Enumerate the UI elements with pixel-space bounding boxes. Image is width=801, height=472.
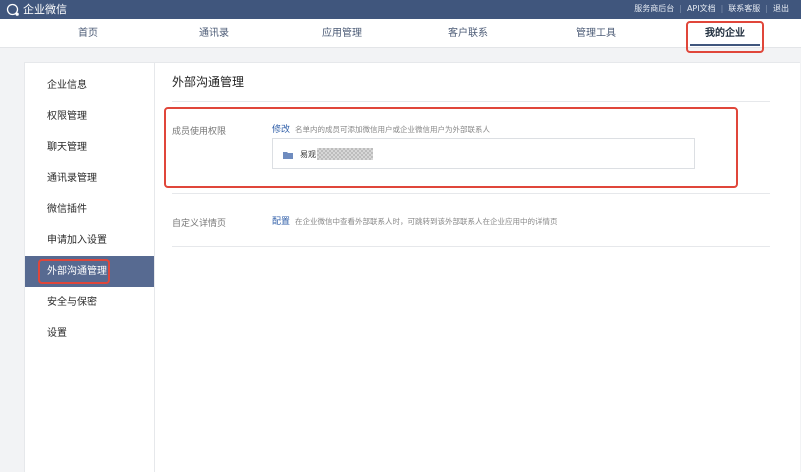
separator: | [765, 4, 768, 13]
logo[interactable]: 企业微信 [6, 2, 67, 17]
nav-item-app-management[interactable]: 应用管理 [292, 19, 392, 48]
sidebar-item-wechat-plugin[interactable]: 微信插件 [25, 194, 154, 225]
sidebar-item-enterprise-info[interactable]: 企业信息 [25, 70, 154, 101]
provider-backend-link[interactable]: 服务商后台 [634, 3, 674, 15]
modify-link[interactable]: 修改 [272, 122, 290, 135]
top-bar: 企业微信 服务商后台 | API文档 | 联系客服 | 退出 [0, 0, 801, 19]
sidebar-item-settings[interactable]: 设置 [25, 318, 154, 349]
nav-active-underline [690, 44, 760, 46]
nav-item-customer-contact[interactable]: 客户联系 [418, 19, 518, 48]
member-name: 易观 [300, 150, 316, 159]
separator: | [679, 4, 682, 13]
member-permission-label: 成员使用权限 [172, 127, 227, 137]
sidebar-item-contacts-management[interactable]: 通讯录管理 [25, 163, 154, 194]
nav-item-contacts[interactable]: 通讯录 [164, 19, 264, 48]
divider [172, 193, 770, 194]
custom-detail-description: 在企业微信中查看外部联系人时，可跳转到该外部联系人在企业应用中的详情页 [295, 217, 558, 226]
api-docs-link[interactable]: API文档 [687, 3, 716, 15]
logout-link[interactable]: 退出 [773, 3, 789, 15]
custom-detail-label: 自定义详情页 [172, 219, 227, 229]
nav-item-home[interactable]: 首页 [38, 19, 138, 48]
folder-icon [283, 152, 293, 159]
main-nav: 首页 通讯录 应用管理 客户联系 管理工具 我的企业 [0, 19, 801, 48]
sidebar-item-external-communication[interactable]: 外部沟通管理 [25, 256, 154, 287]
sidebar-item-security[interactable]: 安全与保密 [25, 287, 154, 318]
redacted-block [317, 148, 373, 160]
member-list-box[interactable]: 易观 [272, 138, 695, 169]
configure-link[interactable]: 配置 [272, 214, 290, 227]
sidebar-item-chat-management[interactable]: 聊天管理 [25, 132, 154, 163]
sidebar-item-permissions[interactable]: 权限管理 [25, 101, 154, 132]
divider [172, 246, 770, 247]
logo-text: 企业微信 [23, 2, 67, 16]
member-permission-description: 名单内的成员可添加微信用户或企业微信用户为外部联系人 [295, 125, 490, 134]
top-links: 服务商后台 | API文档 | 联系客服 | 退出 [634, 3, 789, 15]
page-title: 外部沟通管理 [172, 75, 245, 89]
sidebar: 企业信息 权限管理 聊天管理 通讯录管理 微信插件 申请加入设置 外部沟通管理 … [24, 62, 155, 472]
nav-item-management-tools[interactable]: 管理工具 [546, 19, 646, 48]
separator: | [720, 4, 724, 13]
contact-support-link[interactable]: 联系客服 [728, 3, 760, 15]
sidebar-item-join-settings[interactable]: 申请加入设置 [25, 225, 154, 256]
wecom-logo-icon [6, 3, 19, 16]
divider [172, 101, 770, 102]
